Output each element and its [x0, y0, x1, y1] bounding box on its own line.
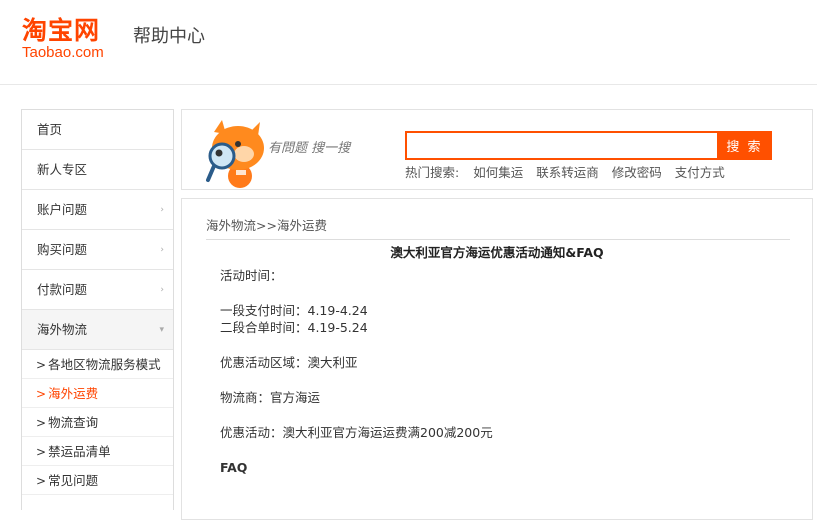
search-slogan: 有問题 搜一搜: [268, 141, 351, 156]
chevron-right-icon: >: [36, 416, 47, 430]
sidebar-item-purchase[interactable]: 购买问题 ›: [22, 230, 173, 270]
chevron-right-icon: >: [36, 387, 47, 401]
sidebar-item-label: 新人专区: [37, 162, 88, 177]
taobao-logo[interactable]: 淘宝网 Taobao.com: [22, 17, 122, 65]
sidebar-item-label: 首页: [37, 122, 63, 137]
search-button[interactable]: 搜 索: [717, 131, 772, 160]
sidebar-item-newcomer[interactable]: 新人专区: [22, 150, 173, 190]
sidebar-item-label: 购买问题: [37, 242, 88, 257]
chevron-right-icon: ›: [160, 245, 164, 255]
sidebar-subitem-label: 各地区物流服务模式: [48, 357, 161, 372]
sidebar-item-home[interactable]: 首页: [22, 110, 173, 150]
promo-detail: 优惠活动：澳大利亚官方海运运费满200减200元: [220, 425, 493, 440]
article-body: 活动时间： 一段支付时间：4.19-4.24 二段合单时间：4.19-5.24 …: [220, 267, 780, 476]
sidebar-item-account[interactable]: 账户问题 ›: [22, 190, 173, 230]
article-title: 澳大利亚官方海运优惠活动通知&FAQ: [390, 245, 604, 260]
sidebar-item-label: 付款问题: [37, 282, 88, 297]
sidebar-subitem-label: 禁运品清单: [48, 444, 111, 459]
sidebar-subitem-faq[interactable]: > 常见问题: [22, 466, 173, 495]
sidebar-item-overseas-logistics[interactable]: 海外物流 ▾: [22, 310, 173, 350]
hot-link-consolidation[interactable]: 如何集运: [473, 165, 523, 180]
hot-searches: 热门搜索: 如何集运 联系转运商 修改密码 支付方式: [405, 162, 734, 181]
chevron-right-icon: >: [36, 474, 47, 488]
logo-chinese-text: 淘宝网: [22, 16, 101, 45]
search-input[interactable]: [405, 131, 727, 160]
hot-link-contact-forwarder[interactable]: 联系转运商: [536, 165, 599, 180]
sidebar-subitem-label: 海外运费: [48, 386, 99, 401]
logistics-carrier: 物流商：官方海运: [220, 390, 321, 405]
promo-region: 优惠活动区域：澳大利亚: [220, 355, 358, 370]
chevron-right-icon: ›: [160, 205, 164, 215]
logo-english-text: Taobao.com: [22, 44, 104, 61]
faq-heading: FAQ: [220, 460, 248, 475]
sidebar-item-label: 账户问题: [37, 202, 88, 217]
site-title: 帮助中心: [133, 26, 205, 47]
hot-search-label: 热门搜索:: [405, 165, 460, 180]
chevron-right-icon: >: [36, 358, 47, 372]
phase2-merge-time: 二段合单时间：4.19-5.24: [220, 320, 368, 335]
sidebar-subitem-label: 物流查询: [48, 415, 99, 430]
sidebar-item-label: 海外物流: [37, 322, 88, 337]
sidebar-subitem-prohibited-items[interactable]: > 禁运品清单: [22, 437, 173, 466]
page-header: 淘宝网 Taobao.com 帮助中心: [0, 0, 817, 85]
chevron-right-icon: ›: [160, 285, 164, 295]
mascot-magnifier-icon: [206, 120, 264, 188]
activity-time-label: 活动时间：: [220, 268, 283, 283]
breadcrumb: 海外物流>>海外运费: [206, 217, 790, 240]
search-panel: 有問题 搜一搜 搜 索 热门搜索: 如何集运 联系转运商 修改密码 支付方式: [181, 109, 813, 190]
chevron-right-icon: >: [36, 445, 47, 459]
article-panel: 海外物流>>海外运费 澳大利亚官方海运优惠活动通知&FAQ 活动时间： 一段支付…: [181, 198, 813, 520]
sidebar-subitem-service-modes[interactable]: > 各地区物流服务模式: [22, 350, 173, 379]
sidebar-subitem-logistics-query[interactable]: > 物流查询: [22, 408, 173, 437]
phase1-payment-time: 一段支付时间：4.19-4.24: [220, 303, 368, 318]
sidebar-subitem-overseas-shipping-fee[interactable]: > 海外运费: [22, 379, 173, 408]
sidebar-subitem-label: 常见问题: [48, 473, 99, 488]
hot-link-payment-methods[interactable]: 支付方式: [675, 165, 725, 180]
hot-link-change-password[interactable]: 修改密码: [612, 165, 662, 180]
sidebar-item-payment[interactable]: 付款问题 ›: [22, 270, 173, 310]
caret-down-icon: ▾: [159, 325, 164, 335]
help-sidebar: 首页 新人专区 账户问题 › 购买问题 › 付款问题 › 海外物流 ▾ > 各地区物流服务…: [21, 109, 174, 510]
